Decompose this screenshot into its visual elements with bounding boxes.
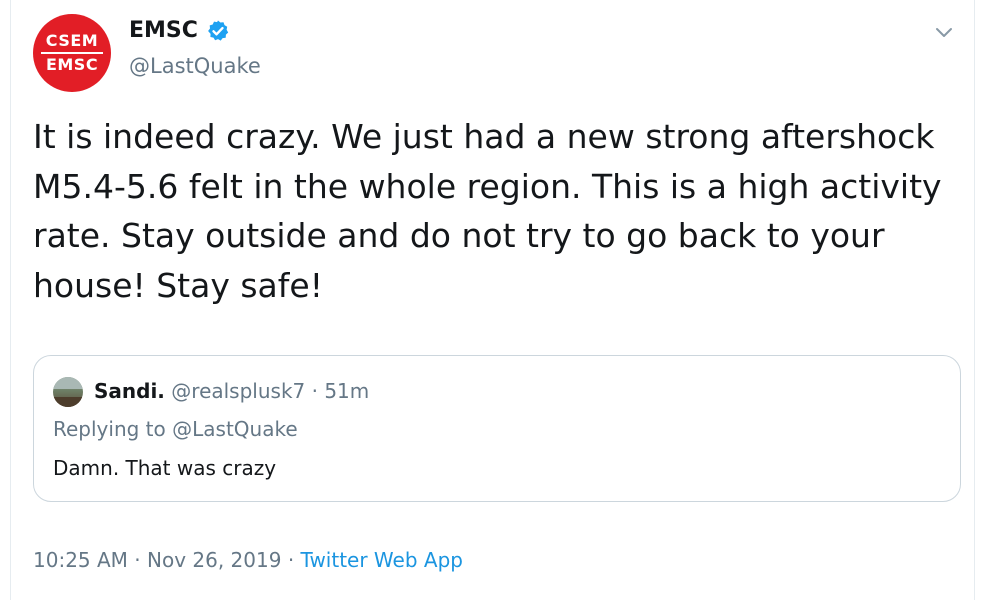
avatar[interactable]: CSEM EMSC xyxy=(33,14,111,92)
chevron-down-icon[interactable] xyxy=(931,22,957,42)
author-handle[interactable]: @LastQuake xyxy=(129,54,261,78)
quoted-text: Damn. That was crazy xyxy=(53,456,277,480)
quoted-avatar-ground xyxy=(53,397,83,407)
tweet-card: CSEM EMSC EMSC @LastQuake It is indeed c… xyxy=(10,0,975,600)
avatar-divider xyxy=(41,52,103,54)
replying-prefix: Replying to xyxy=(53,417,173,441)
quoted-display-name[interactable]: Sandi. xyxy=(94,379,165,403)
quoted-avatar-sky xyxy=(53,377,83,389)
replying-handle-link[interactable]: @LastQuake xyxy=(172,417,298,441)
quoted-handle-time: @realsplusk7 · 51m xyxy=(171,379,370,403)
timestamp[interactable]: 10:25 AM · Nov 26, 2019 · xyxy=(33,548,301,572)
verified-badge-icon xyxy=(208,20,229,41)
author-row: EMSC xyxy=(129,18,230,43)
tweet-footer: 10:25 AM · Nov 26, 2019 · Twitter Web Ap… xyxy=(33,546,463,574)
replying-to: Replying to @LastQuake xyxy=(53,417,298,441)
source-app-link[interactable]: Twitter Web App xyxy=(301,548,463,572)
quoted-tweet[interactable]: Sandi. @realsplusk7 · 51m Replying to @L… xyxy=(33,355,961,502)
tweet-text: It is indeed crazy. We just had a new st… xyxy=(33,117,942,305)
display-name[interactable]: EMSC xyxy=(129,18,198,43)
quoted-avatar[interactable] xyxy=(53,377,83,407)
quoted-header: Sandi. @realsplusk7 · 51m xyxy=(94,377,369,405)
avatar-text-bottom: EMSC xyxy=(45,55,99,74)
avatar-text-top: CSEM xyxy=(45,31,99,50)
